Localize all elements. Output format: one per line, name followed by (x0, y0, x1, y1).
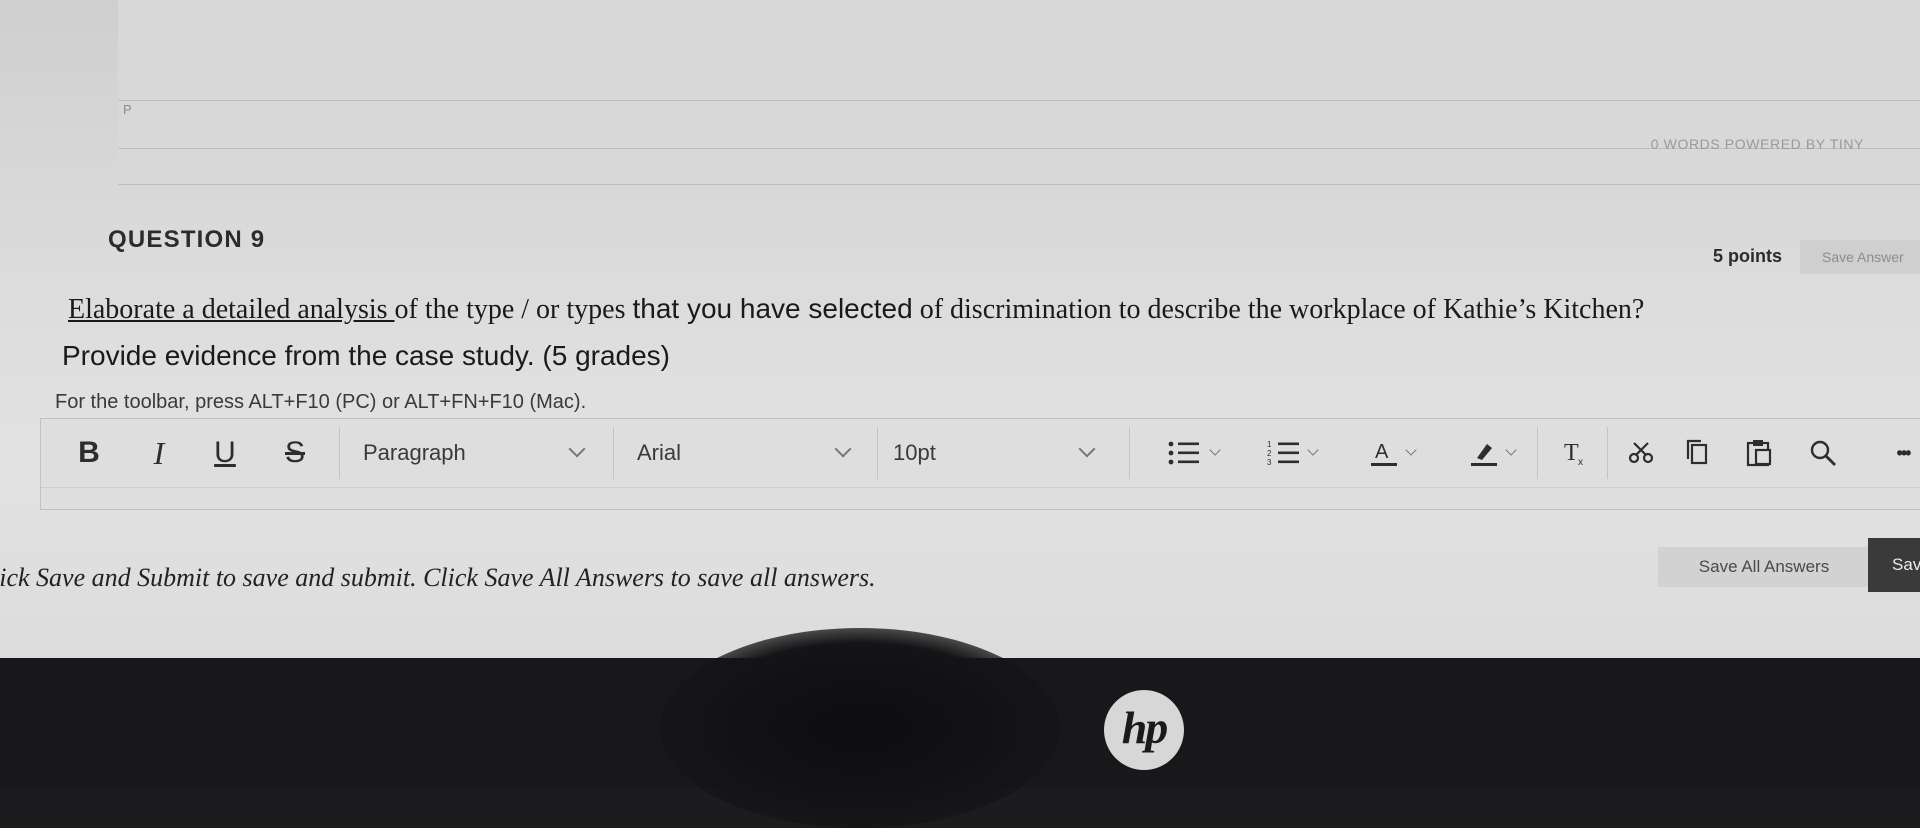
paragraph-dropdown[interactable]: Paragraph (363, 419, 633, 487)
text-color-icon: A (1371, 441, 1397, 466)
scissors-icon (1628, 442, 1654, 464)
svg-text:2: 2 (1267, 449, 1272, 458)
editor-toolbar: B I U S Paragraph Arial 10pt 1 2 3 A T x… (41, 419, 1920, 487)
hp-logo: hp (1104, 690, 1184, 770)
previous-answer-editor (118, 0, 1920, 185)
save-and-submit-button[interactable]: Sav (1868, 538, 1920, 592)
question-text-underlined: Elaborate a detailed analysis (68, 294, 395, 325)
question-text-part1: of the type / or types (394, 294, 633, 325)
laptop-bezel (0, 628, 1920, 828)
paste-icon (1746, 440, 1772, 467)
svg-text:x: x (1578, 457, 1583, 468)
question-text: Elaborate a detailed analysis of the typ… (68, 292, 1908, 327)
answer-editor: B I U S Paragraph Arial 10pt 1 2 3 A T x… (40, 418, 1920, 510)
find-button[interactable] (1795, 419, 1851, 487)
more-options-button[interactable]: ••• (1875, 419, 1920, 487)
hp-logo-text: hp (1121, 701, 1169, 753)
svg-text:T: T (1564, 440, 1579, 466)
paste-button[interactable] (1731, 419, 1787, 487)
cut-button[interactable] (1613, 419, 1669, 487)
word-count: 0 WORDS POWERED BY TINY (1650, 136, 1864, 152)
save-all-answers-button[interactable]: Save All Answers (1658, 547, 1870, 587)
copy-icon (1686, 439, 1708, 465)
copy-button[interactable] (1669, 419, 1725, 487)
question-subtext: Provide evidence from the case study. (5… (62, 340, 671, 371)
svg-text:1: 1 (1267, 440, 1272, 449)
font-size-dropdown-label: 10pt (893, 440, 936, 465)
text-color-button[interactable]: A (1341, 419, 1427, 487)
italic-button[interactable]: I (139, 419, 179, 487)
numbered-list-icon: 1 2 3 (1267, 440, 1299, 467)
font-family-dropdown-label: Arial (637, 440, 682, 465)
question-points: 5 points (1713, 246, 1783, 266)
bold-button[interactable]: B (69, 419, 109, 487)
answer-text-area[interactable] (41, 487, 1920, 510)
svg-text:3: 3 (1267, 458, 1272, 467)
browser-screen: P 0 WORDS POWERED BY TINY QUESTION 9 5 p… (0, 0, 1920, 658)
paragraph-dropdown-label: Paragraph (363, 440, 466, 465)
font-size-dropdown[interactable]: 10pt (893, 419, 1113, 487)
bullet-list-icon (1168, 441, 1199, 465)
search-icon (1810, 440, 1836, 466)
question-text-part2: that you have selected (632, 293, 913, 324)
toolbar-hint: For the toolbar, press ALT+F10 (PC) or A… (55, 391, 587, 413)
font-family-dropdown[interactable]: Arial (637, 419, 887, 487)
highlighter-icon (1471, 444, 1497, 466)
question-title: QUESTION 9 (108, 226, 266, 253)
clear-formatting-button[interactable]: T x (1549, 419, 1599, 487)
bezel-shadow (660, 628, 1060, 828)
highlight-color-button[interactable] (1441, 419, 1527, 487)
path-indicator: P (123, 102, 132, 117)
question-text-part3: of discrimination to describe the workpl… (912, 294, 1645, 325)
clear-formatting-icon: T x (1564, 440, 1583, 468)
svg-text:A: A (1375, 441, 1389, 463)
submit-instructions: lick Save and Submit to save and submit.… (0, 563, 876, 592)
underline-button[interactable]: U (205, 419, 245, 487)
strikethrough-button[interactable]: S (275, 419, 315, 487)
save-answer-button[interactable]: Save Answer (1800, 240, 1920, 274)
